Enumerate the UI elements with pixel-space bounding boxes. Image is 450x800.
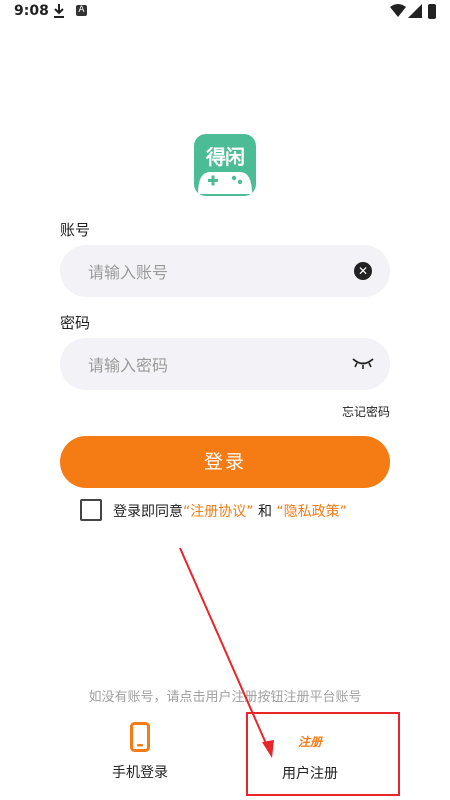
battery-icon [428, 4, 436, 19]
clear-icon[interactable]: ✕ [354, 262, 372, 280]
agreement-connector: 和 [257, 504, 272, 520]
status-time: 9:08 [14, 3, 49, 19]
account-label: 账号 [60, 221, 91, 239]
account-input[interactable] [86, 245, 340, 299]
eye-closed-icon[interactable] [352, 356, 374, 370]
gamepad-icon [198, 172, 252, 194]
notification-icon: A [76, 5, 87, 16]
password-field [60, 338, 390, 392]
agreement-prefix: 登录即同意 [113, 504, 183, 520]
phone-icon [130, 722, 150, 752]
phone-login-label: 手机登录 [112, 765, 168, 781]
password-label: 密码 [60, 314, 91, 332]
download-icon [54, 4, 64, 18]
terms-link[interactable]: “注册协议” [183, 504, 254, 520]
wifi-icon [390, 4, 406, 17]
annotation-arrow [179, 547, 274, 758]
register-hint: 如没有账号，请点击用户注册按钮注册平台账号 [88, 690, 362, 705]
account-field: ✕ [60, 245, 390, 299]
forgot-password-link[interactable]: 忘记密码 [342, 403, 390, 420]
login-button[interactable]: 登录 [60, 436, 390, 488]
password-input[interactable] [86, 338, 340, 392]
status-bar: 9:08 A [0, 0, 450, 26]
annotation-highlight-box [246, 712, 400, 796]
privacy-link[interactable]: “隐私政策” [276, 504, 347, 520]
signal-icon [408, 4, 422, 18]
agreement-checkbox[interactable] [80, 499, 102, 521]
agreement-text: 登录即同意“注册协议” 和 “隐私政策” [113, 501, 347, 521]
app-logo: 得闲 [194, 134, 256, 196]
